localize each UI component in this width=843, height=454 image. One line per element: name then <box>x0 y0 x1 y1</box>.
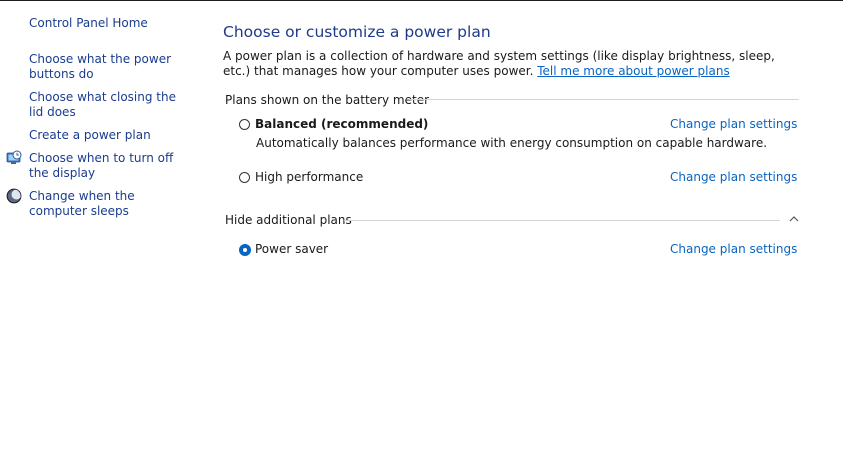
page-description: A power plan is a collection of hardware… <box>223 49 803 79</box>
radio-high-performance[interactable] <box>239 172 250 183</box>
left-nav-pane: Control Panel Home Choose what the power… <box>0 0 200 454</box>
plan-row-power-saver: Power saver Change plan settings <box>239 242 799 260</box>
plan-row-high-performance: High performance Change plan settings <box>239 170 799 188</box>
moon-sleep-icon <box>6 188 22 204</box>
sidebar-item-closing-lid[interactable]: Choose what closing the lid does <box>29 90 194 120</box>
sidebar-item-computer-sleeps[interactable]: Change when the computer sleeps <box>29 189 194 219</box>
plan-row-balanced: Balanced (recommended) Change plan setti… <box>239 117 799 135</box>
change-plan-settings-power-saver[interactable]: Change plan settings <box>670 242 797 257</box>
battery-group-divider <box>409 99 799 100</box>
battery-group-label: Plans shown on the battery meter <box>225 93 430 107</box>
plan-name-balanced[interactable]: Balanced (recommended) <box>255 117 428 132</box>
main-content: Choose or customize a power plan A power… <box>223 0 823 454</box>
additional-plans-label[interactable]: Hide additional plans <box>225 213 352 227</box>
additional-plans-header[interactable]: Hide additional plans <box>225 212 352 228</box>
page-title: Choose or customize a power plan <box>223 23 491 41</box>
plan-description-balanced: Automatically balances performance with … <box>256 136 768 150</box>
change-plan-settings-balanced[interactable]: Change plan settings <box>670 117 797 132</box>
chevron-up-icon[interactable] <box>789 215 799 223</box>
control-panel-home-link[interactable]: Control Panel Home <box>29 16 194 31</box>
sidebar-item-create-plan[interactable]: Create a power plan <box>29 128 194 143</box>
plan-name-power-saver[interactable]: Power saver <box>255 242 328 257</box>
plan-name-high-performance[interactable]: High performance <box>255 170 363 185</box>
sidebar-item-turn-off-display[interactable]: Choose when to turn off the display <box>29 151 194 181</box>
sidebar-item-power-buttons[interactable]: Choose what the power buttons do <box>29 52 194 82</box>
display-clock-icon <box>6 150 22 164</box>
change-plan-settings-high-performance[interactable]: Change plan settings <box>670 170 797 185</box>
battery-group-header: Plans shown on the battery meter <box>225 92 429 108</box>
learn-more-link[interactable]: Tell me more about power plans <box>537 64 729 78</box>
radio-power-saver[interactable] <box>239 244 251 256</box>
radio-balanced[interactable] <box>239 119 250 130</box>
additional-plans-divider <box>344 220 780 221</box>
